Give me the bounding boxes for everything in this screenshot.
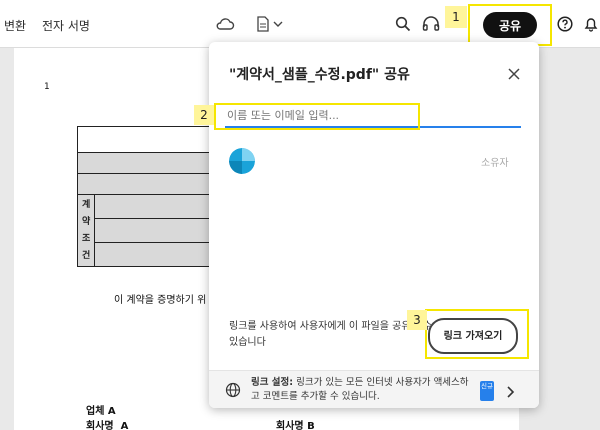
ceo-b-text: 회사명 B (276, 421, 315, 430)
owner-label: 소유자 (481, 158, 509, 169)
search-icon[interactable] (392, 13, 414, 35)
avatar (229, 148, 255, 174)
chevron-down-icon[interactable] (271, 13, 285, 35)
link-settings-text: 링크 설정: 링크가 있는 모든 인터넷 사용자가 액세스하고 코멘트를 추가할… (251, 376, 471, 404)
link-settings-bar[interactable]: 링크 설정: 링크가 있는 모든 인터넷 사용자가 액세스하고 코멘트를 추가할… (209, 370, 539, 408)
chevron-right-icon[interactable] (505, 384, 517, 398)
page-number: 1 (44, 82, 50, 92)
link-settings-title: 링크 설정: (251, 377, 294, 388)
cloud-icon[interactable] (214, 13, 236, 35)
scrollbar[interactable] (583, 48, 600, 430)
highlight-box-1 (468, 4, 552, 46)
esign-menu[interactable]: 전자 서명 (42, 17, 90, 34)
company-a-text: 업체 A (86, 406, 116, 417)
marker-number-1: 1 (445, 6, 467, 28)
highlight-box-3 (425, 309, 529, 359)
headphones-icon[interactable] (420, 13, 442, 35)
help-icon[interactable] (554, 13, 576, 35)
ceo-a-text: 회사명 A (86, 421, 129, 430)
new-badge: 신규 (480, 381, 494, 401)
highlight-box-2 (214, 103, 420, 130)
dialog-title: "계약서_샘플_수정.pdf" 공유 (229, 67, 410, 83)
marker-number-2: 2 (194, 105, 214, 125)
bell-icon[interactable] (580, 13, 600, 35)
convert-menu[interactable]: 변환 (4, 17, 26, 34)
marker-number-3: 3 (407, 310, 427, 330)
globe-icon (225, 382, 241, 398)
contract-terms-label: 계 약 조 건 (76, 194, 96, 267)
close-icon[interactable] (504, 64, 524, 84)
proof-text: 이 계약을 증명하기 위 (114, 295, 207, 306)
